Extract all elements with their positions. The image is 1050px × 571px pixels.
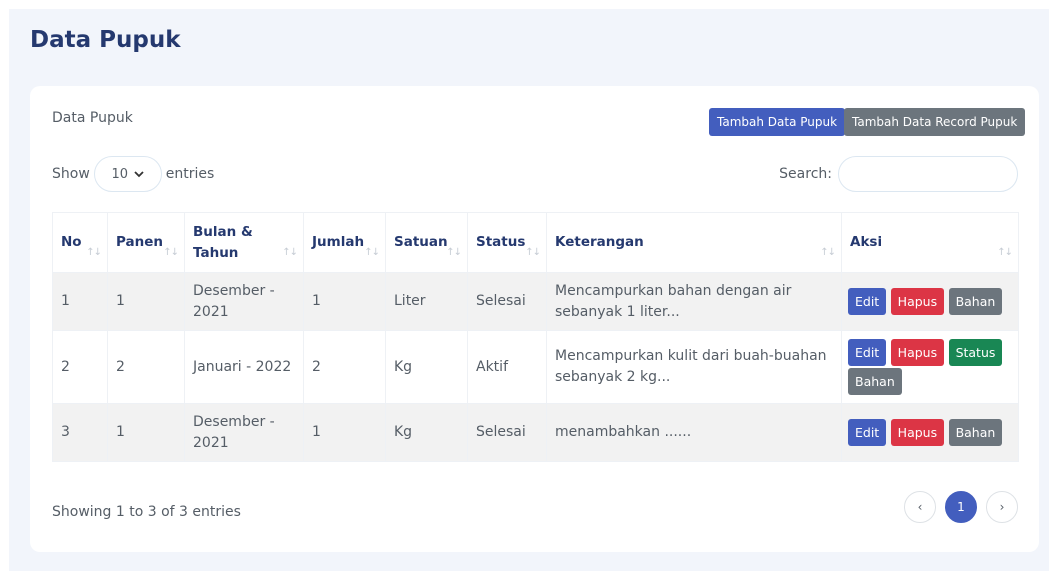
status-button[interactable]: Status [948,339,1003,366]
cell-no: 2 [52,330,108,404]
bahan-button[interactable]: Bahan [948,288,1003,315]
column-header-panen[interactable]: Panen ↑↓ [107,212,185,273]
column-header-bulan-tahun[interactable]: Bulan & Tahun ↑↓ [184,212,304,273]
entries-select-value: 10 [111,166,129,182]
sort-arrows-icon: ↑↓ [446,247,462,258]
page-title: Data Pupuk [30,27,181,53]
cell-aksi: Edit Hapus Bahan [841,403,1019,462]
search-input[interactable] [838,156,1018,192]
table-row: 2 2 Januari - 2022 2 Kg Aktif Mencampurk… [52,330,1019,404]
column-header-keterangan[interactable]: Keterangan ↑↓ [546,212,842,273]
edit-button[interactable]: Edit [848,419,887,446]
delete-button[interactable]: Hapus [890,339,945,366]
cell-no: 1 [52,272,108,331]
cell-status: Aktif [467,330,547,404]
column-header-aksi[interactable]: Aksi ↑↓ [841,212,1019,273]
previous-page-button[interactable]: ‹ [904,491,936,523]
cell-bulan-tahun: Desember -2021 [184,272,304,331]
chevron-down-icon [134,170,144,177]
cell-satuan: Kg [385,330,468,404]
page-button-current[interactable]: 1 [945,491,977,523]
entries-length-control: Show 10 entries [52,156,214,192]
cell-bulan-tahun: Januari - 2022 [184,330,304,404]
cell-panen: 1 [107,272,185,331]
cell-aksi: Edit Hapus Status Bahan [841,330,1019,404]
entries-select[interactable]: 10 [93,156,162,192]
cell-jumlah: 1 [303,403,386,462]
page-background: Data Pupuk Data Pupuk Tambah Data Pupuk … [9,9,1049,571]
sort-arrows-icon: ↑↓ [364,247,380,258]
sort-arrows-icon: ↑↓ [525,247,541,258]
add-data-button[interactable]: Tambah Data Pupuk [709,108,846,136]
pagination: ‹ 1 › [904,491,1018,523]
column-header-status[interactable]: Status ↑↓ [467,212,547,273]
sort-arrows-icon: ↑↓ [163,247,179,258]
cell-satuan: Liter [385,272,468,331]
cell-panen: 2 [107,330,185,404]
search-control: Search: [779,156,1018,192]
data-table: No ↑↓ Panen ↑↓ Bulan & Tahun ↑↓ Jumlah ↑↓ Sat… [52,212,1019,462]
cell-bulan-tahun: Desember -2021 [184,403,304,462]
cell-aksi: Edit Hapus Bahan [841,272,1019,331]
cell-status: Selesai [467,403,547,462]
bahan-button[interactable]: Bahan [848,368,902,395]
data-card: Data Pupuk Tambah Data Pupuk Tambah Data… [30,86,1039,552]
table-row: 3 1 Desember -2021 1 Kg Selesai menambah… [52,403,1019,462]
table-header-row: No ↑↓ Panen ↑↓ Bulan & Tahun ↑↓ Jumlah ↑↓ Sat… [52,212,1019,273]
table-info: Showing 1 to 3 of 3 entries [52,504,241,520]
entries-label: entries [165,166,215,182]
bahan-button[interactable]: Bahan [948,419,1003,446]
chevron-right-icon: › [999,500,1005,514]
chevron-left-icon: ‹ [917,500,923,514]
sort-arrows-icon: ↑↓ [820,247,836,258]
delete-button[interactable]: Hapus [890,419,945,446]
sort-arrows-icon: ↑↓ [997,247,1013,258]
cell-jumlah: 1 [303,272,386,331]
cell-keterangan: Mencampurkan kulit dari buah-buahan seban… [546,330,842,404]
sort-arrows-icon: ↑↓ [86,247,102,258]
cell-no: 3 [52,403,108,462]
search-label: Search: [779,166,832,182]
cell-keterangan: Mencampurkan bahan dengan air sebanyak 1 … [546,272,842,331]
cell-keterangan: menambahkan ...... [546,403,842,462]
column-header-satuan[interactable]: Satuan ↑↓ [385,212,468,273]
show-label: Show [52,166,90,182]
edit-button[interactable]: Edit [848,288,887,315]
cell-jumlah: 2 [303,330,386,404]
cell-status: Selesai [467,272,547,331]
cell-satuan: Kg [385,403,468,462]
column-header-jumlah[interactable]: Jumlah ↑↓ [303,212,386,273]
card-title: Data Pupuk [52,110,133,126]
cell-panen: 1 [107,403,185,462]
edit-button[interactable]: Edit [848,339,887,366]
column-header-no[interactable]: No ↑↓ [52,212,108,273]
next-page-button[interactable]: › [986,491,1018,523]
delete-button[interactable]: Hapus [890,288,945,315]
sort-arrows-icon: ↑↓ [282,247,298,258]
add-record-button[interactable]: Tambah Data Record Pupuk [844,108,1026,136]
table-row: 1 1 Desember -2021 1 Liter Selesai Menca… [52,272,1019,331]
